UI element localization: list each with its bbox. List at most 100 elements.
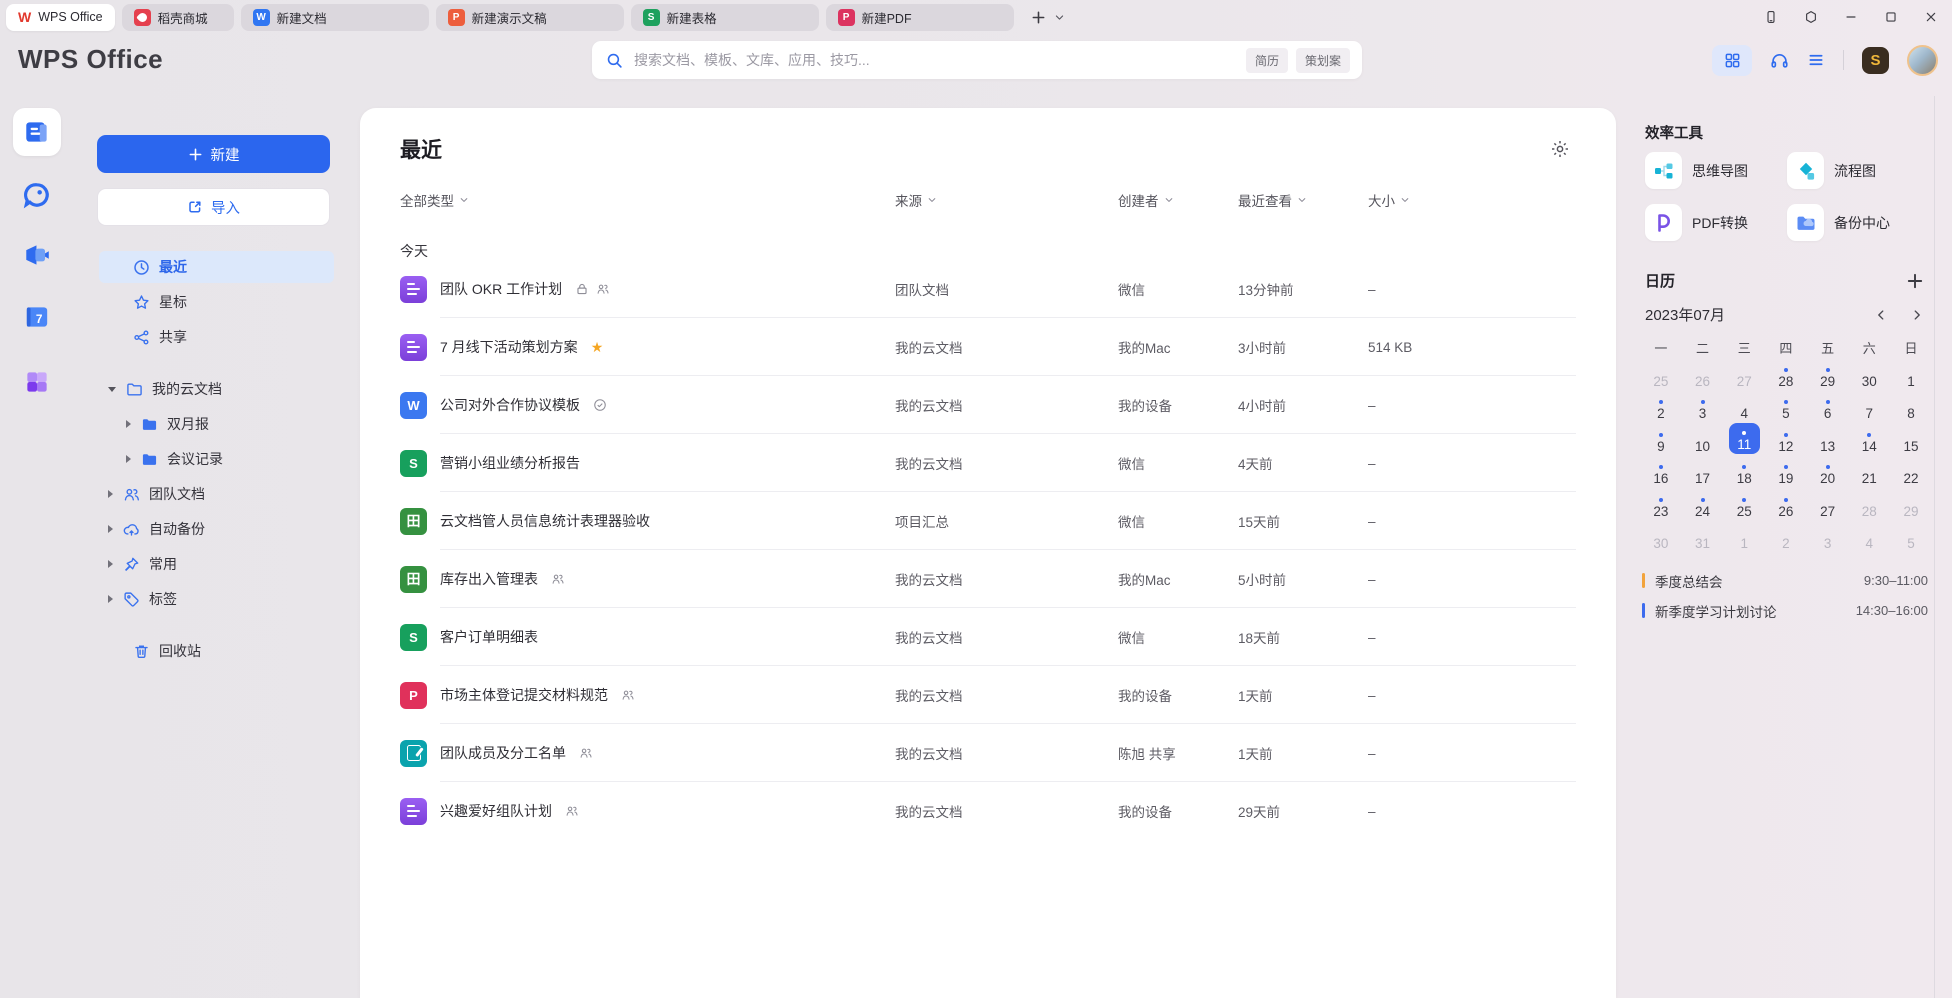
caret-icon[interactable]	[108, 595, 113, 603]
rail-item-active[interactable]	[13, 108, 61, 156]
table-row[interactable]: W公司对外合作协议模板我的云文档我的设备4小时前–	[400, 376, 1576, 434]
sidebar-item-team[interactable]: 团队文档	[99, 478, 334, 510]
avatar[interactable]	[1907, 45, 1938, 76]
tab[interactable]: WWPS Office	[6, 4, 115, 31]
calendar-day[interactable]: 16	[1640, 456, 1682, 489]
import-button[interactable]: 导入	[97, 188, 330, 226]
calendar-day[interactable]: 7	[1848, 391, 1890, 424]
sidebar-item-star[interactable]: 星标	[99, 286, 334, 318]
table-row[interactable]: P市场主体登记提交材料规范我的云文档我的设备1天前–	[400, 666, 1576, 724]
filter-0[interactable]: 全部类型	[400, 190, 469, 210]
sidebar-item-pin[interactable]: 常用	[99, 548, 334, 580]
calendar-day[interactable]: 1	[1890, 358, 1932, 391]
tool-backup[interactable]: 备份中心	[1787, 204, 1929, 241]
vip-badge[interactable]: S	[1862, 47, 1889, 74]
calendar-day[interactable]: 24	[1682, 488, 1724, 521]
sidebar-item-cloud[interactable]: 自动备份	[99, 513, 334, 545]
close-button[interactable]	[1924, 10, 1938, 24]
calendar-day[interactable]: 11	[1723, 423, 1765, 456]
calendar-day[interactable]: 10	[1682, 423, 1724, 456]
calendar-day[interactable]: 21	[1848, 456, 1890, 489]
tab-list-chevron-icon[interactable]	[1054, 12, 1065, 23]
calendar-day[interactable]: 31	[1682, 521, 1724, 554]
maximize-button[interactable]	[1884, 10, 1898, 24]
calendar-day[interactable]: 5	[1890, 521, 1932, 554]
menu-icon[interactable]	[1807, 51, 1825, 69]
caret-icon[interactable]	[108, 525, 113, 533]
calendar-day[interactable]: 20	[1807, 456, 1849, 489]
table-row[interactable]: 田库存出入管理表我的云文档我的Mac5小时前–	[400, 550, 1576, 608]
calendar-day[interactable]: 3	[1807, 521, 1849, 554]
gear-icon[interactable]	[1550, 139, 1570, 159]
sidebar-item-folder[interactable]: 我的云文档	[99, 373, 334, 405]
minimize-button[interactable]	[1844, 10, 1858, 24]
table-row[interactable]: 田云文档管人员信息统计表理器验收项目汇总微信15天前–	[400, 492, 1576, 550]
calendar-day[interactable]: 25	[1723, 488, 1765, 521]
filter-2[interactable]: 创建者	[1118, 190, 1174, 210]
calendar-day[interactable]: 14	[1848, 423, 1890, 456]
calendar-day[interactable]: 15	[1890, 423, 1932, 456]
rail-item[interactable]	[22, 240, 52, 270]
caret-icon[interactable]	[108, 560, 113, 568]
calendar-day[interactable]: 5	[1765, 391, 1807, 424]
calendar-day[interactable]: 1	[1723, 521, 1765, 554]
calendar-day[interactable]: 29	[1890, 488, 1932, 521]
table-row[interactable]: 兴趣爱好组队计划我的云文档我的设备29天前–	[400, 782, 1576, 840]
calendar-event[interactable]: 季度总结会9:30–11:00	[1642, 568, 1928, 593]
calendar-day[interactable]: 28	[1848, 488, 1890, 521]
caret-icon[interactable]	[108, 490, 113, 498]
calendar-event[interactable]: 新季度学习计划讨论14:30–16:00	[1642, 598, 1928, 623]
table-row[interactable]: S营销小组业绩分析报告我的云文档微信4天前–	[400, 434, 1576, 492]
table-row[interactable]: 团队 OKR 工作计划团队文档微信13分钟前–	[400, 260, 1576, 318]
filter-3[interactable]: 最近查看	[1238, 190, 1307, 210]
calendar-day[interactable]: 12	[1765, 423, 1807, 456]
calendar-day[interactable]: 30	[1848, 358, 1890, 391]
filter-4[interactable]: 大小	[1368, 190, 1410, 210]
calendar-day[interactable]: 8	[1890, 391, 1932, 424]
sidebar-item-trash[interactable]: 回收站	[99, 635, 334, 667]
calendar-day[interactable]: 19	[1765, 456, 1807, 489]
add-tab-icon[interactable]	[1031, 10, 1046, 25]
caret-icon[interactable]	[108, 387, 116, 392]
search-chip[interactable]: 简历	[1246, 48, 1288, 73]
sidebar-item-tag[interactable]: 标签	[99, 583, 334, 615]
calendar-day[interactable]: 13	[1807, 423, 1849, 456]
calendar-day[interactable]: 26	[1682, 358, 1724, 391]
calendar-day[interactable]: 30	[1640, 521, 1682, 554]
caret-icon[interactable]	[126, 420, 131, 428]
sidebar-item-clock[interactable]: 最近	[99, 251, 334, 283]
calendar-day[interactable]: 9	[1640, 423, 1682, 456]
tool-pdfconvert[interactable]: PDF转换	[1645, 204, 1787, 241]
headset-support-icon[interactable]	[1770, 51, 1789, 70]
mobile-sync-icon[interactable]	[1764, 10, 1778, 24]
calendar-day[interactable]: 27	[1807, 488, 1849, 521]
tab[interactable]: P新建演示文稿	[436, 4, 624, 31]
filter-1[interactable]: 来源	[895, 190, 937, 210]
rail-item[interactable]: 7	[22, 302, 52, 332]
tab[interactable]: W新建文档	[241, 4, 429, 31]
rail-item[interactable]	[22, 367, 52, 397]
calendar-day[interactable]: 3	[1682, 391, 1724, 424]
calendar-day[interactable]: 25	[1640, 358, 1682, 391]
table-row[interactable]: S客户订单明细表我的云文档微信18天前–	[400, 608, 1576, 666]
calendar-day[interactable]: 23	[1640, 488, 1682, 521]
new-document-button[interactable]: 新建	[97, 135, 330, 173]
calendar-day[interactable]: 29	[1807, 358, 1849, 391]
tab[interactable]: P新建PDF	[826, 4, 1014, 31]
tool-mindmap[interactable]: 思维导图	[1645, 152, 1787, 189]
tab[interactable]: 稻壳商城	[122, 4, 234, 31]
calendar-day[interactable]: 27	[1723, 358, 1765, 391]
calendar-day[interactable]: 22	[1890, 456, 1932, 489]
add-event-icon[interactable]	[1906, 272, 1924, 290]
sidebar-item-folderfill[interactable]: 会议记录	[99, 443, 334, 475]
calendar-day[interactable]: 2	[1640, 391, 1682, 424]
calendar-day[interactable]: 28	[1765, 358, 1807, 391]
tab[interactable]: S新建表格	[631, 4, 819, 31]
calendar-day[interactable]: 2	[1765, 521, 1807, 554]
sidebar-item-share[interactable]: 共享	[99, 321, 334, 353]
calendar-day[interactable]: 26	[1765, 488, 1807, 521]
calendar-day[interactable]: 6	[1807, 391, 1849, 424]
search-chip[interactable]: 策划案	[1296, 48, 1350, 73]
table-row[interactable]: 团队成员及分工名单我的云文档陈旭 共享1天前–	[400, 724, 1576, 782]
caret-icon[interactable]	[126, 455, 131, 463]
